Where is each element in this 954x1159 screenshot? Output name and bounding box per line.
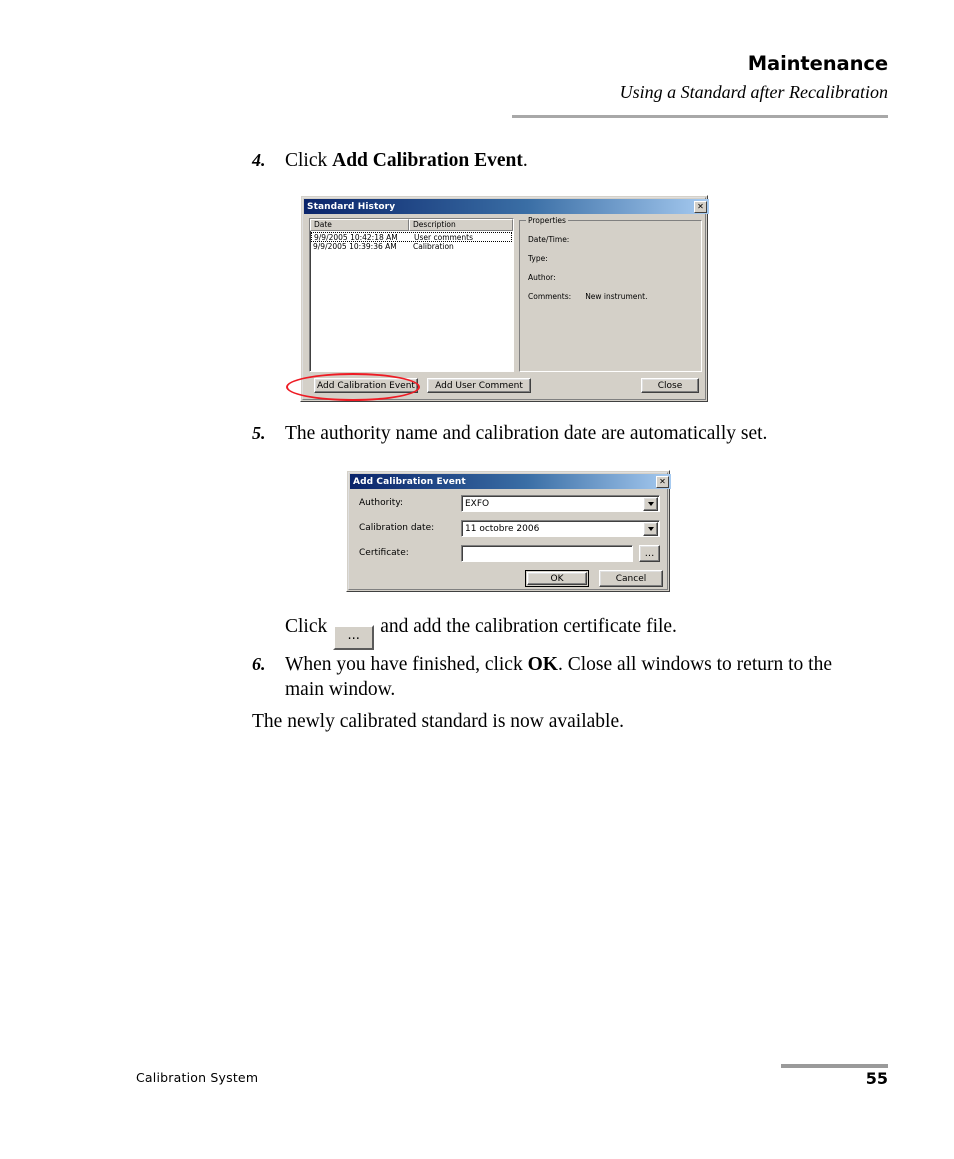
table-row[interactable]: 9/9/2005 10:39:36 AM Calibration bbox=[311, 242, 512, 252]
property-type: Type: bbox=[528, 254, 562, 263]
click-text-after: and add the calibration certificate file… bbox=[380, 616, 677, 637]
step-4-number: 4. bbox=[252, 150, 266, 170]
ok-button-label: OK bbox=[550, 573, 564, 584]
close-button[interactable]: Close bbox=[641, 378, 699, 393]
add-calibration-event-dialog: Add Calibration Event ✕ Authority: EXFO … bbox=[346, 470, 671, 592]
page-number: 55 bbox=[865, 1069, 888, 1088]
header-rule bbox=[512, 115, 888, 118]
click-browse-instruction: Click... and add the calibration certific… bbox=[285, 614, 925, 650]
property-comments-label: Comments: bbox=[528, 292, 572, 301]
close-icon[interactable]: ✕ bbox=[694, 200, 707, 213]
step-6-text: When you have finished, click OK. Close … bbox=[285, 652, 875, 702]
row-date: 9/9/2005 10:39:36 AM bbox=[313, 242, 397, 251]
property-type-label: Type: bbox=[528, 254, 548, 263]
add-calibration-event-title: Add Calibration Event bbox=[353, 476, 466, 487]
add-calibration-event-button[interactable]: Add Calibration Event bbox=[314, 378, 418, 393]
authority-combobox[interactable]: EXFO bbox=[461, 495, 660, 512]
add-user-comment-button[interactable]: Add User Comment bbox=[427, 378, 531, 393]
step-6-text-before: When you have finished, click bbox=[285, 654, 528, 675]
history-list-rows: 9/9/2005 10:42:18 AM User comments 9/9/2… bbox=[311, 232, 512, 252]
footer-rule bbox=[781, 1064, 888, 1068]
cancel-button[interactable]: Cancel bbox=[599, 570, 663, 587]
add-calibration-event-titlebar[interactable]: Add Calibration Event ✕ bbox=[350, 474, 671, 489]
step-6-bold: OK bbox=[527, 654, 558, 675]
chevron-down-icon[interactable] bbox=[643, 496, 658, 511]
close-icon[interactable]: ✕ bbox=[656, 475, 669, 488]
calibration-date-value: 11 octobre 2006 bbox=[465, 523, 540, 534]
step-4-text: Click Add Calibration Event. bbox=[285, 148, 885, 173]
closing-text: The newly calibrated standard is now ava… bbox=[252, 711, 624, 732]
column-header-description[interactable]: Description bbox=[409, 219, 513, 231]
property-author: Author: bbox=[528, 273, 570, 282]
page-header-subtitle: Using a Standard after Recalibration bbox=[619, 82, 888, 102]
properties-groupbox: Properties Date/Time: Type: Author: Comm… bbox=[519, 216, 702, 372]
column-header-date[interactable]: Date bbox=[310, 219, 410, 231]
chevron-down-icon[interactable] bbox=[643, 521, 658, 536]
authority-label: Authority: bbox=[359, 498, 404, 508]
properties-legend: Properties bbox=[526, 216, 568, 225]
certificate-input[interactable] bbox=[461, 545, 633, 562]
certificate-label: Certificate: bbox=[359, 548, 409, 558]
page-header: Maintenance Using a Standard after Recal… bbox=[0, 52, 954, 122]
table-row[interactable]: 9/9/2005 10:42:18 AM User comments bbox=[311, 232, 512, 242]
click-text-before: Click bbox=[285, 616, 328, 637]
certificate-browse-button[interactable]: ... bbox=[639, 545, 660, 562]
property-comments: Comments: New instrument. bbox=[528, 292, 647, 301]
standard-history-dialog: Standard History ✕ Date Description 9/9/… bbox=[300, 195, 709, 402]
step-4-bold: Add Calibration Event bbox=[332, 150, 523, 171]
step-5-number: 5. bbox=[252, 423, 266, 443]
row-description: User comments bbox=[414, 233, 474, 242]
property-date-time: Date/Time: bbox=[528, 235, 583, 244]
step-4-text-before: Click bbox=[285, 150, 333, 171]
standard-history-title: Standard History bbox=[307, 201, 396, 212]
footer-left-text: Calibration System bbox=[136, 1070, 259, 1085]
property-author-label: Author: bbox=[528, 273, 556, 282]
row-date: 9/9/2005 10:42:18 AM bbox=[314, 233, 398, 242]
inline-browse-button[interactable]: ... bbox=[333, 625, 375, 650]
step-6-number: 6. bbox=[252, 654, 266, 674]
ok-button[interactable]: OK bbox=[525, 570, 589, 587]
page-header-title: Maintenance bbox=[747, 52, 888, 75]
standard-history-titlebar[interactable]: Standard History ✕ bbox=[304, 199, 709, 214]
row-description: Calibration bbox=[413, 242, 454, 251]
calibration-date-picker[interactable]: 11 octobre 2006 bbox=[461, 520, 660, 537]
history-list[interactable]: Date Description 9/9/2005 10:42:18 AM Us… bbox=[309, 218, 514, 372]
step-4-text-after: . bbox=[522, 150, 528, 171]
property-date-time-label: Date/Time: bbox=[528, 235, 570, 244]
calibration-date-label: Calibration date: bbox=[359, 523, 435, 533]
history-list-header: Date Description bbox=[310, 219, 513, 231]
step-5-text: The authority name and calibration date … bbox=[285, 423, 768, 444]
authority-value: EXFO bbox=[465, 498, 490, 509]
property-comments-value: New instrument. bbox=[585, 292, 648, 301]
